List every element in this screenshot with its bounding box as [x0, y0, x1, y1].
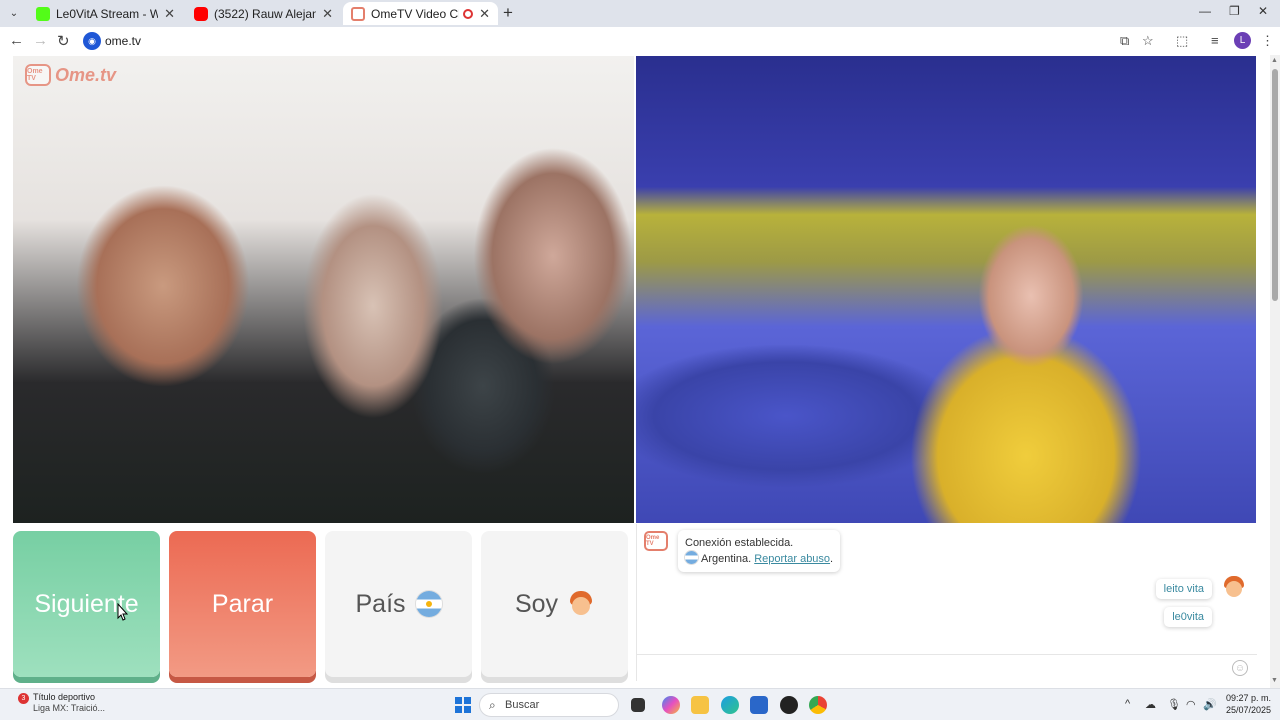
- report-suffix: .: [830, 553, 834, 565]
- news-widget[interactable]: 3 Título deportivo Liga MX: Traició...: [18, 692, 105, 714]
- country-label: País: [355, 589, 406, 618]
- reload-icon: ↻: [57, 33, 70, 50]
- country-name: Argentina.: [701, 553, 752, 565]
- tab-ometv[interactable]: OmeTV Video Chat — Ome ✕: [343, 2, 498, 25]
- arrow-right-icon: →: [33, 32, 48, 49]
- search-label: Buscar: [505, 699, 540, 711]
- reload-button[interactable]: ↻: [57, 32, 70, 50]
- emoji-icon[interactable]: ☺: [1232, 660, 1248, 676]
- ometv-favicon-icon: [351, 6, 365, 21]
- taskbar-search[interactable]: ⌕ Buscar: [479, 693, 619, 717]
- profile-avatar[interactable]: L: [1234, 32, 1251, 49]
- minimize-icon: —: [1199, 4, 1211, 18]
- system-clock[interactable]: 09:27 p. m. 25/07/2025: [1226, 692, 1271, 716]
- clock-time: 09:27 p. m.: [1226, 693, 1272, 703]
- ometv-chat-logo: Ome TV: [644, 531, 668, 551]
- chevron-down-icon: ⌄: [9, 7, 19, 19]
- plus-icon: +: [503, 3, 513, 22]
- app-icon[interactable]: [780, 696, 798, 714]
- minimize-button[interactable]: —: [1199, 4, 1211, 18]
- bookmark-star-icon[interactable]: ☆: [1142, 33, 1154, 49]
- next-button[interactable]: Siguiente: [13, 531, 160, 677]
- argentina-flag-icon: [685, 551, 698, 564]
- onedrive-icon[interactable]: ☁: [1145, 698, 1156, 711]
- tab-title: Le0VitA Stream - Watch Live on: [56, 6, 159, 21]
- windows-taskbar: 3 Título deportivo Liga MX: Traició... ⌕…: [0, 688, 1280, 720]
- scroll-thumb[interactable]: [1272, 69, 1278, 301]
- stop-button[interactable]: Parar: [169, 531, 316, 677]
- boy-avatar-icon: [568, 591, 594, 617]
- self-video: [636, 56, 1256, 523]
- tab-title: OmeTV Video Chat — Ome: [371, 6, 459, 21]
- copilot-icon[interactable]: [662, 696, 680, 714]
- microphone-icon[interactable]: 🎙: [1167, 698, 1181, 711]
- chevron-up-icon[interactable]: ^: [1125, 698, 1130, 710]
- stranger-video: Ome TV Ome.tv: [13, 56, 634, 523]
- clock-date: 25/07/2025: [1226, 705, 1272, 715]
- extensions-icon[interactable]: ⬚: [1176, 33, 1188, 49]
- tab-search-button[interactable]: ⌄: [4, 4, 24, 22]
- media-controls-icon[interactable]: ≡: [1211, 33, 1219, 48]
- cast-icon[interactable]: ⧉: [1120, 33, 1129, 49]
- news-title: Título deportivo: [33, 692, 96, 702]
- task-view-icon[interactable]: [631, 698, 645, 712]
- ometv-page: Ome TV Ome.tv Siguiente Parar País Soy O…: [0, 55, 1280, 688]
- new-tab-button[interactable]: +: [503, 3, 513, 23]
- file-explorer-icon[interactable]: [691, 696, 709, 714]
- tab-title: (3522) Rauw Alejandro - Déjam: [214, 6, 317, 21]
- arrow-left-icon: ←: [9, 32, 24, 49]
- close-window-button[interactable]: ✕: [1258, 4, 1268, 18]
- tab-kick-stream[interactable]: Le0VitA Stream - Watch Live on ✕: [28, 2, 183, 25]
- recording-icon: [463, 8, 474, 19]
- chat-input-area: ☺: [637, 654, 1257, 681]
- ometv-logo: Ome TV Ome.tv: [25, 64, 116, 86]
- page-scrollbar[interactable]: ▲ ▼: [1270, 55, 1280, 688]
- url-text: ome.tv: [105, 34, 142, 48]
- windows-start-button[interactable]: [455, 697, 471, 713]
- news-subtitle: Liga MX: Traició...: [33, 703, 106, 713]
- volume-icon[interactable]: 🔊: [1203, 698, 1217, 711]
- close-icon: ✕: [1258, 4, 1269, 18]
- restore-icon: ❐: [1229, 4, 1240, 18]
- argentina-flag-icon: [415, 591, 442, 617]
- microsoft-store-icon[interactable]: [750, 696, 768, 714]
- close-icon[interactable]: ✕: [164, 6, 175, 22]
- scroll-down-icon[interactable]: ▼: [1271, 677, 1278, 684]
- youtube-favicon-icon: [194, 6, 208, 21]
- back-button[interactable]: ←: [9, 32, 24, 49]
- chat-message: leito vita: [1155, 579, 1212, 599]
- gender-label: Soy: [514, 589, 559, 618]
- chat-input[interactable]: [645, 657, 1225, 681]
- kick-favicon-icon: [36, 6, 50, 21]
- restore-button[interactable]: ❐: [1229, 4, 1240, 18]
- chat-panel: Ome TV Conexión establecida. Argentina. …: [636, 524, 1257, 681]
- edge-icon[interactable]: [721, 696, 739, 714]
- chrome-icon[interactable]: [809, 696, 827, 714]
- tab-youtube[interactable]: (3522) Rauw Alejandro - Déjam ✕: [186, 2, 341, 25]
- browser-toolbar: ← → ↻ ◉ ome.tv ⧉ ☆ ⬚ ≡ L ⋮: [0, 27, 1280, 55]
- gender-button[interactable]: Soy: [481, 531, 628, 677]
- ometv-badge: Ome TV: [25, 64, 51, 86]
- search-icon: ⌕: [489, 698, 496, 712]
- system-message: Conexión establecida. Argentina. Reporta…: [678, 530, 841, 572]
- site-info-icon[interactable]: ◉: [83, 32, 101, 50]
- stop-label: Parar: [211, 589, 274, 618]
- close-icon[interactable]: ✕: [322, 6, 333, 22]
- scroll-up-icon[interactable]: ▲: [1271, 57, 1278, 64]
- address-bar[interactable]: ◉ ome.tv: [80, 30, 1106, 52]
- report-abuse-link[interactable]: Reportar abuso: [754, 553, 830, 565]
- boy-avatar-icon: [1223, 576, 1245, 598]
- news-badge: 3: [18, 693, 29, 704]
- connection-text: Conexión establecida.: [685, 537, 794, 549]
- country-line: Argentina. Reportar abuso.: [685, 551, 833, 567]
- wifi-icon[interactable]: ◠: [1186, 698, 1196, 711]
- ometv-watermark: Ome.tv: [55, 64, 117, 85]
- tab-strip: ⌄ Le0VitA Stream - Watch Live on ✕ (3522…: [0, 0, 1280, 27]
- forward-button[interactable]: →: [33, 32, 48, 49]
- chat-message: le0vita: [1164, 607, 1212, 627]
- country-button[interactable]: País: [325, 531, 472, 677]
- kebab-menu-icon[interactable]: ⋮: [1261, 33, 1274, 49]
- close-icon[interactable]: ✕: [479, 6, 490, 22]
